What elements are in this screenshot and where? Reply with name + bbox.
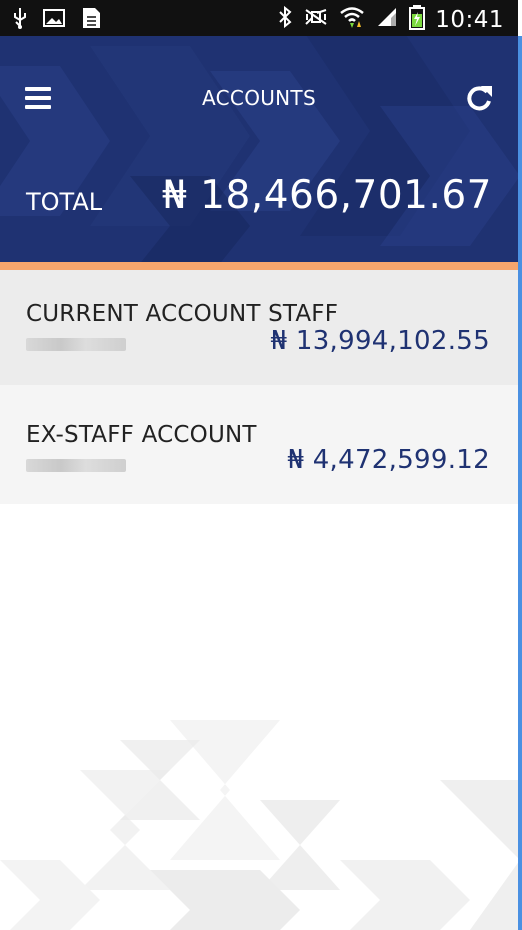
bluetooth-icon: [277, 5, 293, 34]
accounts-header: ACCOUNTS TOTAL ₦ 18,466,701.67: [0, 36, 518, 262]
wifi-icon: [339, 5, 365, 34]
status-left-icons: [12, 6, 102, 35]
status-time: 10:41: [435, 6, 504, 33]
header-accent-line: [0, 262, 518, 270]
account-number-redacted: [26, 338, 126, 351]
status-right-icons: 10:41: [277, 4, 504, 35]
right-edge-border: [518, 36, 522, 930]
account-row-current-account-staff[interactable]: CURRENT ACCOUNT STAFF ₦ 13,994,102.55: [0, 270, 518, 385]
app-screen: 10:41 ACCOUNTS TOTAL ₦ 18,466,701.67 CUR: [0, 0, 518, 930]
status-bar: 10:41: [0, 0, 518, 36]
account-balance: ₦ 13,994,102.55: [270, 326, 490, 356]
account-row-ex-staff-account[interactable]: EX-STAFF ACCOUNT ₦ 4,472,599.12: [0, 389, 518, 504]
signal-icon: [375, 5, 399, 34]
header-chevron-background: [0, 36, 518, 262]
usb-icon: [12, 6, 28, 35]
mute-icon: [303, 5, 329, 34]
refresh-icon[interactable]: [464, 83, 494, 113]
bottom-chevron-decoration: [0, 720, 518, 930]
image-icon: [42, 7, 66, 34]
account-name: EX-STAFF ACCOUNT: [26, 422, 257, 448]
account-number-redacted: [26, 459, 126, 472]
clipboard-icon: [80, 6, 102, 35]
page-title: ACCOUNTS: [202, 86, 316, 110]
account-name: CURRENT ACCOUNT STAFF: [26, 301, 339, 327]
battery-charging-icon: [409, 4, 426, 35]
account-balance: ₦ 4,472,599.12: [287, 445, 490, 475]
total-amount: ₦ 18,466,701.67: [161, 173, 492, 218]
total-label: TOTAL: [26, 188, 103, 216]
